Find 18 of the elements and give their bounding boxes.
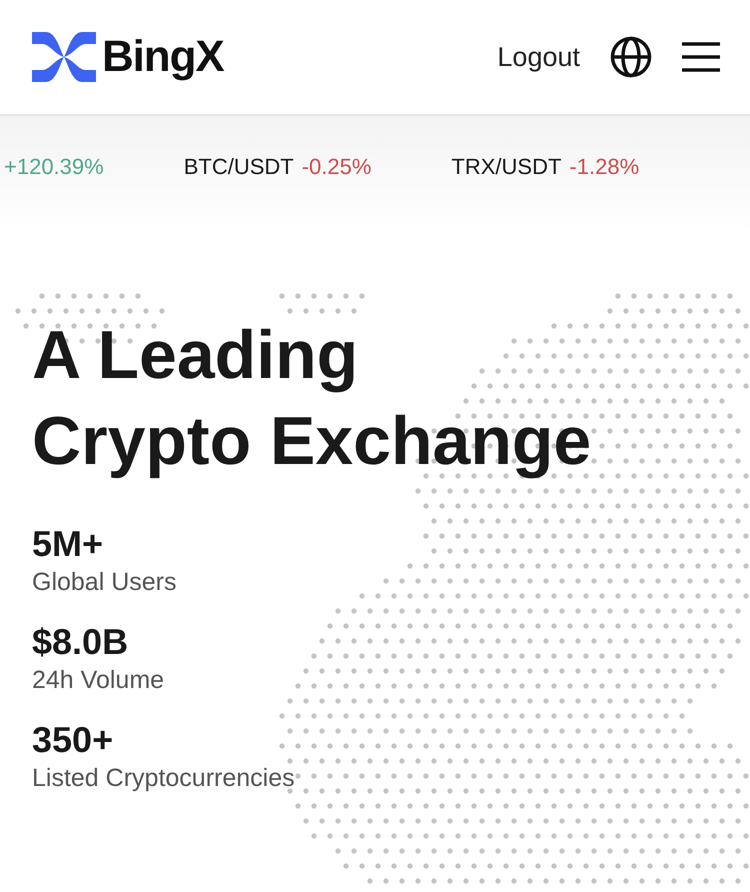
ticker-change: -1.28%: [569, 152, 640, 180]
stat-value: 5M+: [32, 522, 104, 566]
ticker-pair: TRX/USDT: [451, 152, 562, 180]
globe-icon[interactable]: [610, 36, 652, 78]
ticker-change: +120.39%: [4, 152, 104, 180]
menu-icon[interactable]: [682, 42, 720, 72]
stat-label: Global Users: [32, 567, 176, 598]
stat-label: 24h Volume: [32, 665, 164, 696]
logo-icon: [32, 32, 96, 82]
stat-label: Listed Cryptocurrencies: [32, 763, 295, 794]
brand-name: BingX: [102, 31, 224, 83]
ticker-change: -0.25%: [302, 152, 372, 180]
hero-title-line: Crypto Exchange: [32, 402, 592, 481]
stat-value: $8.0B: [32, 620, 128, 664]
hero-title-line: A Leading: [32, 316, 358, 395]
stat-value: 350+: [32, 718, 114, 762]
ticker-pair: BTC/USDT: [184, 152, 294, 180]
logout-link[interactable]: Logout: [497, 36, 580, 78]
